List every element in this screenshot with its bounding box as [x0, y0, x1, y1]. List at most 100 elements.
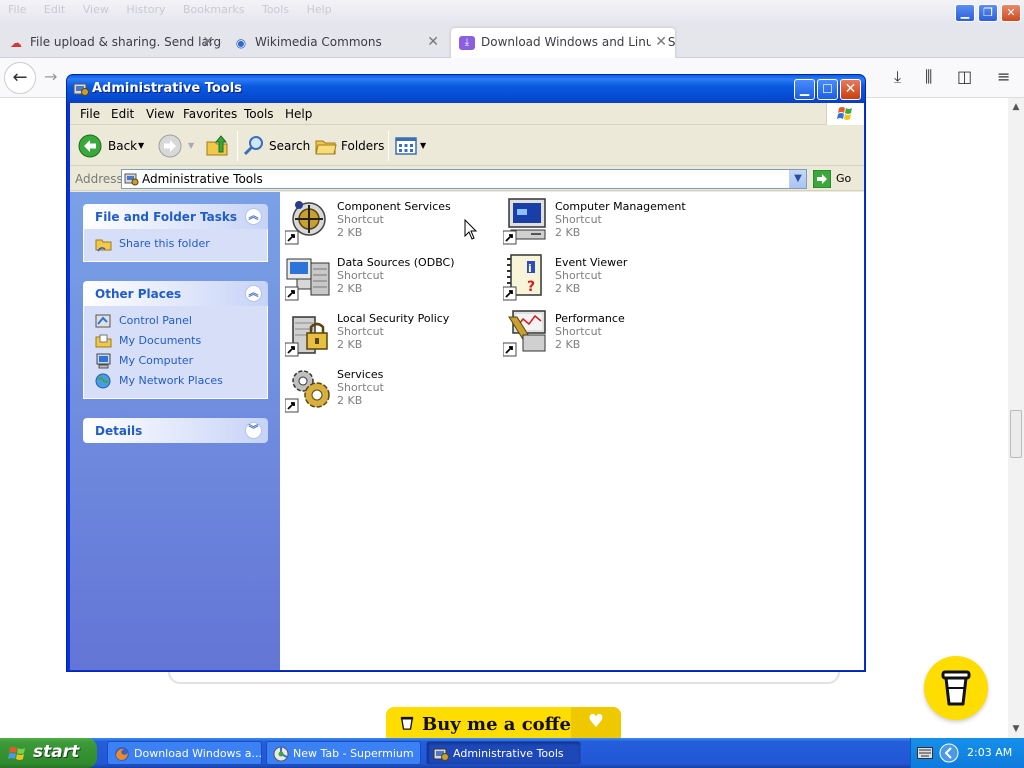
- task-pane: File and Folder Tasks ︽ Share this folde…: [70, 192, 280, 670]
- menu-file[interactable]: File: [80, 107, 100, 121]
- window-close-button[interactable]: ✕: [840, 79, 861, 100]
- file-item-performance[interactable]: Performance Shortcut 2 KB: [503, 309, 715, 361]
- expand-chevron-icon[interactable]: ︾: [245, 422, 262, 439]
- download-icon: ⤓: [459, 36, 475, 50]
- browser-menu-file[interactable]: File: [8, 3, 26, 16]
- menu-edit[interactable]: Edit: [111, 107, 134, 121]
- panel-header[interactable]: Details ︾: [83, 418, 268, 443]
- menu-view[interactable]: View: [146, 107, 174, 121]
- browser-restore-button[interactable]: ❐: [978, 4, 998, 22]
- panel-title: Other Places: [95, 287, 182, 301]
- browser-menu-view[interactable]: View: [83, 3, 109, 16]
- menu-help[interactable]: Help: [285, 107, 312, 121]
- file-size: 2 KB: [337, 394, 363, 407]
- up-folder-button[interactable]: [205, 134, 231, 158]
- control-panel-link[interactable]: Control Panel: [95, 312, 267, 332]
- scroll-down-arrow-icon[interactable]: ▼: [1011, 724, 1021, 734]
- close-icon[interactable]: ✕: [427, 34, 439, 50]
- browser-forward-button[interactable]: →: [44, 67, 57, 86]
- browser-tab-download-iso[interactable]: ⤓ Download Windows and Linux ISO ✕: [451, 28, 675, 58]
- link-label: Share this folder: [119, 237, 210, 250]
- browser-tab-file-upload[interactable]: ☁ File upload & sharing. Send large ✕: [0, 28, 222, 58]
- svg-text:i: i: [528, 262, 532, 275]
- window-minimize-button[interactable]: ▁: [794, 79, 815, 100]
- clock[interactable]: 2:03 AM: [967, 746, 1012, 759]
- back-button[interactable]: Back ▼: [78, 134, 144, 158]
- file-item-computer-management[interactable]: Computer Management Shortcut 2 KB: [503, 197, 715, 249]
- forward-button[interactable]: ▼: [158, 134, 194, 158]
- my-documents-link[interactable]: My Documents: [95, 332, 267, 352]
- buy-me-a-coffee-button[interactable]: Buy me a coffee ♥: [386, 707, 621, 739]
- file-item-data-sources[interactable]: Data Sources (ODBC) Shortcut 2 KB: [285, 253, 497, 305]
- my-computer-link[interactable]: My Computer: [95, 352, 267, 372]
- file-item-event-viewer[interactable]: i ? Event Viewer Shortcut 2 KB: [503, 253, 715, 305]
- chevron-down-icon[interactable]: ▼: [789, 170, 806, 188]
- share-folder-link[interactable]: Share this folder: [95, 235, 267, 255]
- panel-header[interactable]: Other Places ︽: [83, 281, 268, 306]
- panel-header[interactable]: File and Folder Tasks ︽: [83, 204, 268, 229]
- collapse-chevron-icon[interactable]: ︽: [245, 208, 262, 225]
- my-network-places-link[interactable]: My Network Places: [95, 372, 267, 392]
- downloads-icon[interactable]: ⤓: [894, 67, 901, 87]
- file-name: Services: [337, 368, 384, 381]
- browser-menu-bookmarks[interactable]: Bookmarks: [183, 3, 244, 16]
- keyboard-icon[interactable]: [917, 747, 933, 759]
- file-view: Component Services Shortcut 2 KB Compute…: [280, 192, 864, 670]
- library-icon[interactable]: ⫼: [925, 67, 932, 87]
- menu-favorites[interactable]: Favorites: [183, 107, 237, 121]
- collapse-chevron-icon[interactable]: ︽: [245, 285, 262, 302]
- file-name: Performance: [555, 312, 625, 325]
- browser-back-button[interactable]: ←: [4, 62, 36, 94]
- admin-tools-icon: [124, 173, 139, 186]
- services-icon: [285, 370, 330, 413]
- explorer-window: Administrative Tools ▁ ☐ ✕ File Edit Vie…: [66, 74, 866, 672]
- windows-flag-icon: [826, 103, 864, 125]
- coffee-button-label: Buy me a coffee: [422, 714, 583, 735]
- folders-button[interactable]: Folders: [314, 134, 384, 158]
- browser-tab-wikimedia[interactable]: ◉ Wikimedia Commons ✕: [225, 28, 447, 58]
- search-button[interactable]: Search: [242, 134, 310, 158]
- close-icon[interactable]: ✕: [651, 34, 667, 50]
- browser-menu-history[interactable]: History: [126, 3, 165, 16]
- scroll-up-arrow-icon[interactable]: ▲: [1011, 102, 1021, 112]
- security-policy-icon: [285, 316, 328, 357]
- menu-tools[interactable]: Tools: [244, 107, 274, 121]
- link-label: My Network Places: [119, 374, 223, 387]
- chevron-down-icon[interactable]: ▼: [420, 141, 426, 150]
- browser-minimize-button[interactable]: ▁: [955, 4, 975, 22]
- hamburger-menu-icon[interactable]: ≡: [997, 67, 1010, 86]
- browser-menu-tools[interactable]: Tools: [262, 3, 289, 16]
- file-item-local-security-policy[interactable]: Local Security Policy Shortcut 2 KB: [285, 309, 497, 361]
- browser-menu-edit[interactable]: Edit: [44, 3, 65, 16]
- window-maximize-button[interactable]: ☐: [817, 79, 838, 100]
- go-button[interactable]: Go: [811, 169, 857, 189]
- start-button[interactable]: start: [0, 738, 97, 768]
- browser-tab-label: File upload & sharing. Send large: [30, 35, 222, 49]
- file-name: Computer Management: [555, 200, 686, 213]
- page-scrollbar[interactable]: ▲ ▼: [1008, 98, 1024, 738]
- network-globe-icon: [95, 373, 111, 389]
- file-size: 2 KB: [337, 282, 363, 295]
- taskbar-item-download-windows[interactable]: Download Windows a...: [107, 741, 262, 765]
- control-panel-icon: [95, 314, 111, 328]
- cloud-icon: ☁: [10, 36, 22, 50]
- views-button[interactable]: ▼: [394, 134, 430, 158]
- sidebar-icon[interactable]: ◫: [957, 67, 972, 86]
- file-type: Shortcut: [337, 269, 384, 282]
- file-item-services[interactable]: Services Shortcut 2 KB: [285, 365, 497, 417]
- browser-menu-help[interactable]: Help: [307, 3, 332, 16]
- chevron-down-icon[interactable]: ▼: [138, 141, 144, 150]
- browser-close-button[interactable]: ✕: [1001, 4, 1021, 22]
- close-icon[interactable]: ✕: [202, 34, 214, 50]
- coffee-widget-button[interactable]: [924, 656, 988, 720]
- component-services-icon: [285, 201, 326, 245]
- taskbar-item-administrative-tools[interactable]: Administrative Tools: [426, 741, 581, 765]
- address-input[interactable]: Administrative Tools ▼: [121, 169, 807, 189]
- chevron-down-icon[interactable]: ▼: [188, 141, 194, 150]
- admin-tools-icon: [73, 83, 89, 96]
- taskbar-item-new-tab[interactable]: New Tab - Supermium: [266, 741, 421, 765]
- window-titlebar[interactable]: Administrative Tools ▁ ☐ ✕: [67, 75, 865, 103]
- tray-app-icon[interactable]: [939, 743, 959, 763]
- window-title: Administrative Tools: [92, 81, 242, 96]
- scrollbar-thumb[interactable]: [1010, 410, 1022, 458]
